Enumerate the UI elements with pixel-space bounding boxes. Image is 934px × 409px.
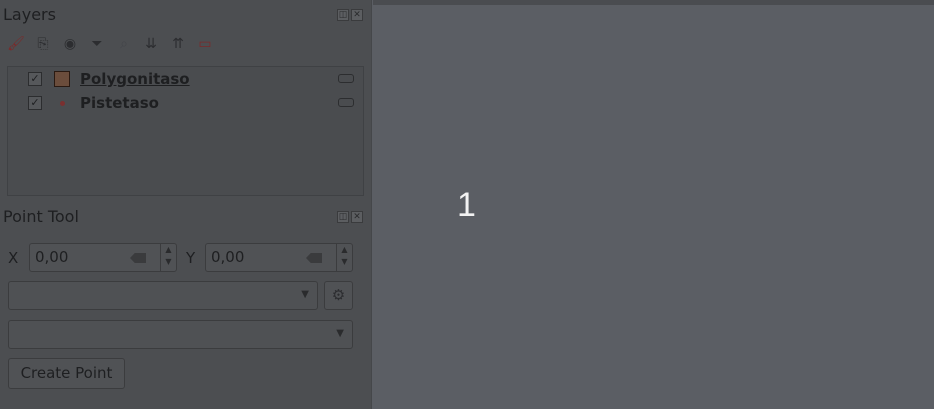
add-group-icon[interactable]: ⎘ (33, 34, 53, 54)
remove-layer-icon[interactable]: ▭ (195, 34, 215, 54)
expand-all-icon[interactable]: ⇊ (141, 34, 161, 54)
create-point-button[interactable]: Create Point (8, 358, 125, 389)
y-label: Y (186, 249, 196, 267)
layer-visibility-checkbox[interactable]: ✓ (28, 96, 42, 110)
layer-name[interactable]: Polygonitaso (80, 70, 190, 88)
open-layer-styling-icon[interactable]: 🖌 (6, 34, 26, 54)
map-overlay-number: 1 (457, 186, 476, 224)
spin-down-icon[interactable]: ▼ (161, 256, 176, 268)
x-value[interactable]: 0,00 (35, 248, 68, 266)
layers-float-button[interactable]: ◫ (337, 9, 349, 21)
spin-down-icon[interactable]: ▼ (337, 256, 352, 268)
chevron-down-icon[interactable]: ▼ (301, 289, 309, 300)
spin-up-icon[interactable]: ▲ (161, 244, 176, 256)
layer-indicator-icon[interactable] (338, 74, 354, 83)
field-combo-box[interactable]: ▼ (8, 320, 353, 349)
layer-tree[interactable]: ✓ Polygonitaso ✓ Pistetaso (7, 66, 364, 196)
point-tool-panel-buttons: ◫ ✕ (337, 211, 363, 223)
settings-gear-button[interactable]: ⚙ (324, 281, 353, 310)
clear-icon[interactable] (130, 253, 146, 263)
point-tool-float-button[interactable]: ◫ (337, 211, 349, 223)
y-spinbox[interactable]: 0,00 ▲ ▼ (205, 243, 353, 272)
spin-up-icon[interactable]: ▲ (337, 244, 352, 256)
layers-panel-title: Layers (3, 5, 56, 24)
point-symbol-icon (54, 95, 70, 111)
collapse-all-icon[interactable]: ⇈ (168, 34, 188, 54)
left-dock: Layers ◫ ✕ 🖌 ⎘ ◉ ⏷ ⌕ ⇊ ⇈ ▭ ✓ Polygonitas… (0, 0, 372, 409)
map-canvas[interactable]: 1 (373, 0, 934, 409)
y-value[interactable]: 0,00 (211, 248, 244, 266)
point-tool-panel-title: Point Tool (3, 207, 79, 226)
manage-visibility-icon[interactable]: ◉ (60, 34, 80, 54)
layers-panel-buttons: ◫ ✕ (337, 9, 363, 21)
chevron-down-icon[interactable]: ▼ (336, 328, 344, 339)
y-spin-arrows[interactable]: ▲ ▼ (336, 244, 352, 271)
point-tool-close-button[interactable]: ✕ (351, 211, 363, 223)
layers-close-button[interactable]: ✕ (351, 9, 363, 21)
polygon-symbol-icon (54, 71, 70, 87)
layers-toolbar: 🖌 ⎘ ◉ ⏷ ⌕ ⇊ ⇈ ▭ (6, 34, 215, 54)
filter-legend-icon[interactable]: ⏷ (87, 34, 107, 54)
layer-item-polygonitaso[interactable]: ✓ Polygonitaso (28, 69, 190, 89)
filter-expression-icon[interactable]: ⌕ (114, 34, 134, 54)
x-label: X (8, 249, 19, 267)
x-spin-arrows[interactable]: ▲ ▼ (160, 244, 176, 271)
layer-visibility-checkbox[interactable]: ✓ (28, 72, 42, 86)
layer-combo-box[interactable]: ▼ (8, 281, 318, 310)
clear-icon[interactable] (306, 253, 322, 263)
layer-indicator-icon[interactable] (338, 98, 354, 107)
layer-item-pistetaso[interactable]: ✓ Pistetaso (28, 93, 159, 113)
layer-name[interactable]: Pistetaso (80, 94, 159, 112)
x-spinbox[interactable]: 0,00 ▲ ▼ (29, 243, 177, 272)
